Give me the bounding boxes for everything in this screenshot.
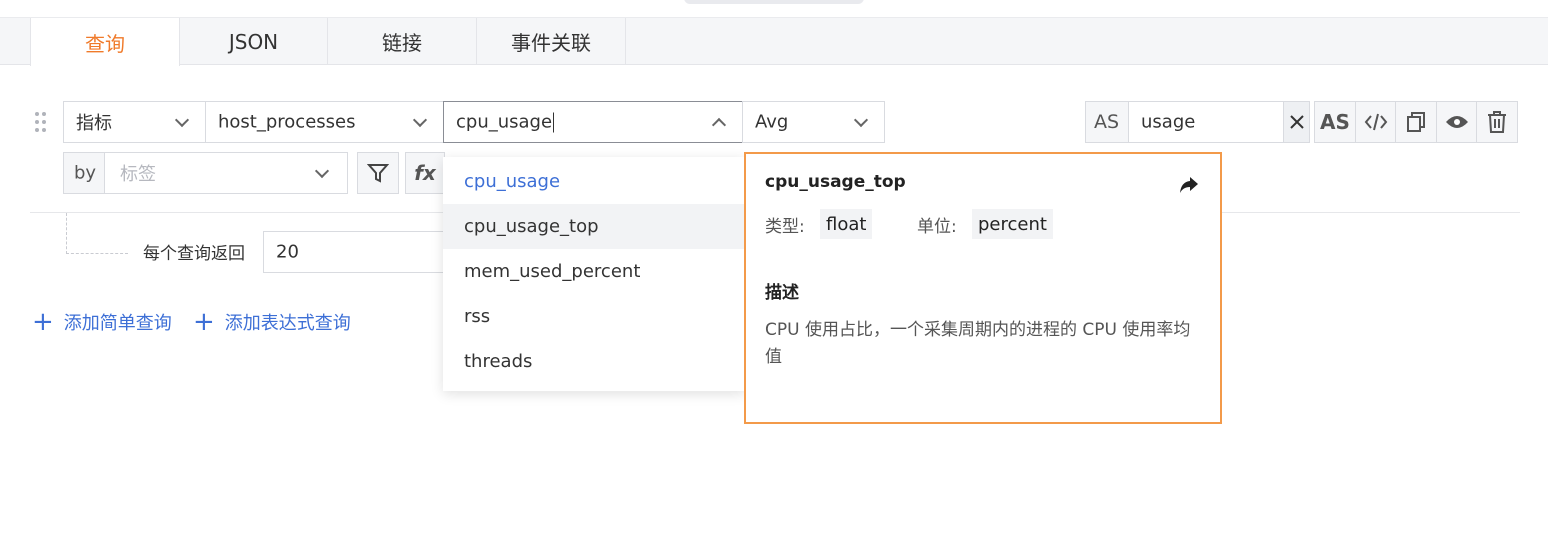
trash-icon [1488, 111, 1506, 133]
chevron-down-icon [853, 112, 869, 128]
dropdown-option[interactable]: mem_used_percent [443, 249, 745, 294]
dropdown-option[interactable]: rss [443, 294, 745, 339]
alias-input[interactable]: usage [1128, 101, 1284, 143]
by-label: by [74, 162, 97, 184]
field-detail-panel: cpu_usage_top 类型: float 单位: percent 描述 C… [744, 152, 1222, 424]
by-label-box: by [63, 152, 105, 194]
chevron-up-icon [711, 117, 727, 133]
eye-icon [1446, 116, 1468, 128]
fx-label: fx [414, 161, 436, 185]
code-icon [1364, 113, 1388, 131]
detail-title: cpu_usage_top [765, 172, 906, 192]
unit-label: 单位: [917, 217, 957, 237]
code-button[interactable] [1355, 101, 1397, 143]
add-simple-query-label: 添加简单查询 [63, 313, 172, 334]
unit-value: percent [972, 209, 1053, 239]
tree-connector [66, 213, 128, 254]
tab-json[interactable]: JSON [180, 18, 328, 65]
delete-button[interactable] [1476, 101, 1518, 143]
row-drag-icon[interactable] [35, 112, 47, 132]
aggregate-select[interactable]: Avg [742, 101, 885, 143]
panel-drag-handle[interactable] [684, 0, 864, 4]
tab-bar: 查询 JSON 链接 事件关联 [0, 17, 1548, 66]
field-select-input[interactable]: cpu_usage [443, 101, 743, 143]
add-simple-query-link[interactable]: + 添加简单查询 [32, 309, 172, 335]
text-cursor [553, 112, 555, 133]
type-label: 类型: [765, 217, 805, 237]
chevron-down-icon [174, 112, 190, 128]
filter-button[interactable] [357, 152, 399, 194]
filter-icon [367, 164, 389, 183]
field-input-value: cpu_usage [456, 111, 553, 133]
chevron-down-icon [314, 163, 330, 179]
clear-alias-button[interactable] [1283, 101, 1310, 143]
as-label: AS [1094, 111, 1120, 133]
dropdown-option[interactable]: cpu_usage_top [443, 204, 745, 249]
query-type-value: 指标 [76, 113, 112, 134]
tab-event-correlation[interactable]: 事件关联 [477, 18, 626, 65]
type-value: float [820, 209, 873, 239]
close-icon [1289, 115, 1304, 129]
dropdown-option[interactable]: threads [443, 339, 745, 384]
share-icon[interactable] [1178, 174, 1200, 196]
alias-value: usage [1141, 111, 1196, 133]
per-query-limit-value: 20 [276, 241, 299, 263]
add-expression-query-label: 添加表达式查询 [224, 313, 351, 334]
copy-button[interactable] [1395, 101, 1437, 143]
description-heading: 描述 [765, 283, 799, 303]
measurement-value: host_processes [218, 111, 356, 133]
plus-icon: + [193, 307, 215, 337]
dropdown-option[interactable]: cpu_usage [443, 159, 745, 204]
per-query-limit-input[interactable]: 20 [263, 231, 445, 273]
query-type-select[interactable]: 指标 [63, 101, 206, 143]
add-expression-query-link[interactable]: + 添加表达式查询 [193, 309, 351, 335]
as-button[interactable]: AS [1314, 101, 1356, 143]
tag-select[interactable]: 标签 [104, 152, 348, 194]
preview-button[interactable] [1436, 101, 1478, 143]
tab-links[interactable]: 链接 [328, 18, 477, 65]
tag-placeholder: 标签 [120, 164, 156, 185]
function-button[interactable]: fx [405, 152, 445, 194]
tab-query[interactable]: 查询 [30, 18, 180, 66]
as-label-box: AS [1085, 101, 1129, 143]
field-dropdown: cpu_usage cpu_usage_top mem_used_percent… [443, 157, 745, 391]
description-text: CPU 使用占比，一个采集周期内的进程的 CPU 使用率均值 [765, 320, 1191, 367]
copy-icon [1407, 112, 1425, 132]
as-button-label: AS [1320, 110, 1350, 134]
aggregate-value: Avg [755, 111, 789, 133]
chevron-down-icon [412, 112, 428, 128]
per-query-label: 每个查询返回 [143, 244, 245, 264]
plus-icon: + [32, 307, 54, 337]
measurement-select[interactable]: host_processes [205, 101, 444, 143]
